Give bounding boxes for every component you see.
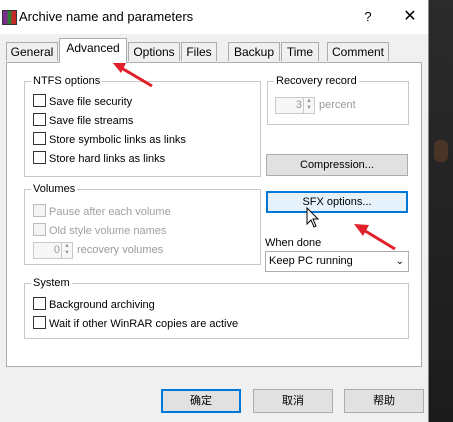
store-hard-links-checkbox[interactable]: Store hard links as links	[33, 151, 165, 167]
spinner-value: 0	[53, 244, 60, 256]
checkbox-label: Wait if other WinRAR copies are active	[49, 318, 239, 330]
old-style-names-checkbox[interactable]: Old style volume names	[33, 223, 166, 239]
chevron-down-icon[interactable]: ⌄	[396, 252, 404, 271]
archive-dialog: Archive name and parameters ? ✕ General …	[0, 0, 429, 422]
tab-time[interactable]: Time	[281, 42, 319, 61]
wait-other-copies-checkbox[interactable]: Wait if other WinRAR copies are active	[33, 316, 238, 332]
recovery-volumes-spinner[interactable]: 0 ▲ ▼	[33, 242, 73, 259]
tab-comment[interactable]: Comment	[327, 42, 389, 61]
tab-advanced[interactable]: Advanced	[59, 38, 127, 63]
when-done-value: Keep PC running	[269, 255, 353, 267]
checkbox-label: Save file security	[49, 96, 133, 108]
winrar-icon	[2, 10, 17, 25]
when-done-label: When done	[265, 237, 322, 249]
checkbox-box[interactable]	[33, 113, 46, 126]
checkbox-box[interactable]	[33, 297, 46, 310]
checkbox-label: Pause after each volume	[49, 206, 171, 218]
checkbox-label: Old style volume names	[49, 225, 167, 237]
checkbox-box[interactable]	[33, 204, 46, 217]
mouse-cursor-icon	[306, 207, 320, 228]
when-done-select[interactable]: Keep PC running ⌄	[265, 251, 409, 272]
save-file-security-checkbox[interactable]: Save file security	[33, 94, 132, 110]
title-bar: Archive name and parameters ? ✕	[0, 0, 428, 34]
compression-button[interactable]: Compression...	[266, 154, 408, 176]
recovery-record-legend: Recovery record	[276, 75, 357, 87]
tab-files[interactable]: Files	[181, 42, 217, 61]
recovery-percent-spinner[interactable]: 3 ▲ ▼	[275, 97, 315, 114]
checkbox-label: Store symbolic links as links	[49, 134, 186, 146]
background-spot	[434, 140, 448, 162]
tab-backup[interactable]: Backup	[228, 42, 280, 61]
spinner-arrows-icon[interactable]: ▲ ▼	[303, 98, 314, 113]
spinner-arrows-icon[interactable]: ▲ ▼	[61, 243, 72, 258]
checkbox-box[interactable]	[33, 223, 46, 236]
tab-general[interactable]: General	[6, 42, 58, 61]
help-button[interactable]: 帮助	[344, 389, 424, 413]
recovery-volumes-unit: recovery volumes	[77, 244, 164, 256]
checkbox-box[interactable]	[33, 151, 46, 164]
volumes-legend: Volumes	[33, 183, 76, 195]
background-window	[428, 0, 453, 422]
sfx-options-button[interactable]: SFX options...	[266, 191, 408, 213]
dialog-title: Archive name and parameters	[19, 9, 194, 24]
system-legend: System	[33, 277, 70, 289]
recovery-percent-unit: percent	[319, 99, 356, 111]
advanced-panel: NTFS options Save file security Save fil…	[6, 62, 422, 367]
checkbox-box[interactable]	[33, 316, 46, 329]
background-archiving-checkbox[interactable]: Background archiving	[33, 297, 155, 313]
save-file-streams-checkbox[interactable]: Save file streams	[33, 113, 133, 129]
ntfs-options-legend: NTFS options	[33, 75, 101, 87]
checkbox-label: Store hard links as links	[49, 153, 166, 165]
close-icon[interactable]: ✕	[398, 6, 422, 28]
cancel-button[interactable]: 取消	[253, 389, 333, 413]
checkbox-label: Background archiving	[49, 299, 155, 311]
help-title-button[interactable]: ?	[356, 6, 380, 28]
checkbox-box[interactable]	[33, 94, 46, 107]
checkbox-label: Save file streams	[49, 115, 134, 127]
checkbox-box[interactable]	[33, 132, 46, 145]
ok-button[interactable]: 确定	[161, 389, 241, 413]
tab-options[interactable]: Options	[128, 42, 180, 61]
spinner-value: 3	[295, 99, 302, 111]
store-symbolic-links-checkbox[interactable]: Store symbolic links as links	[33, 132, 186, 148]
pause-after-volume-checkbox[interactable]: Pause after each volume	[33, 204, 171, 220]
